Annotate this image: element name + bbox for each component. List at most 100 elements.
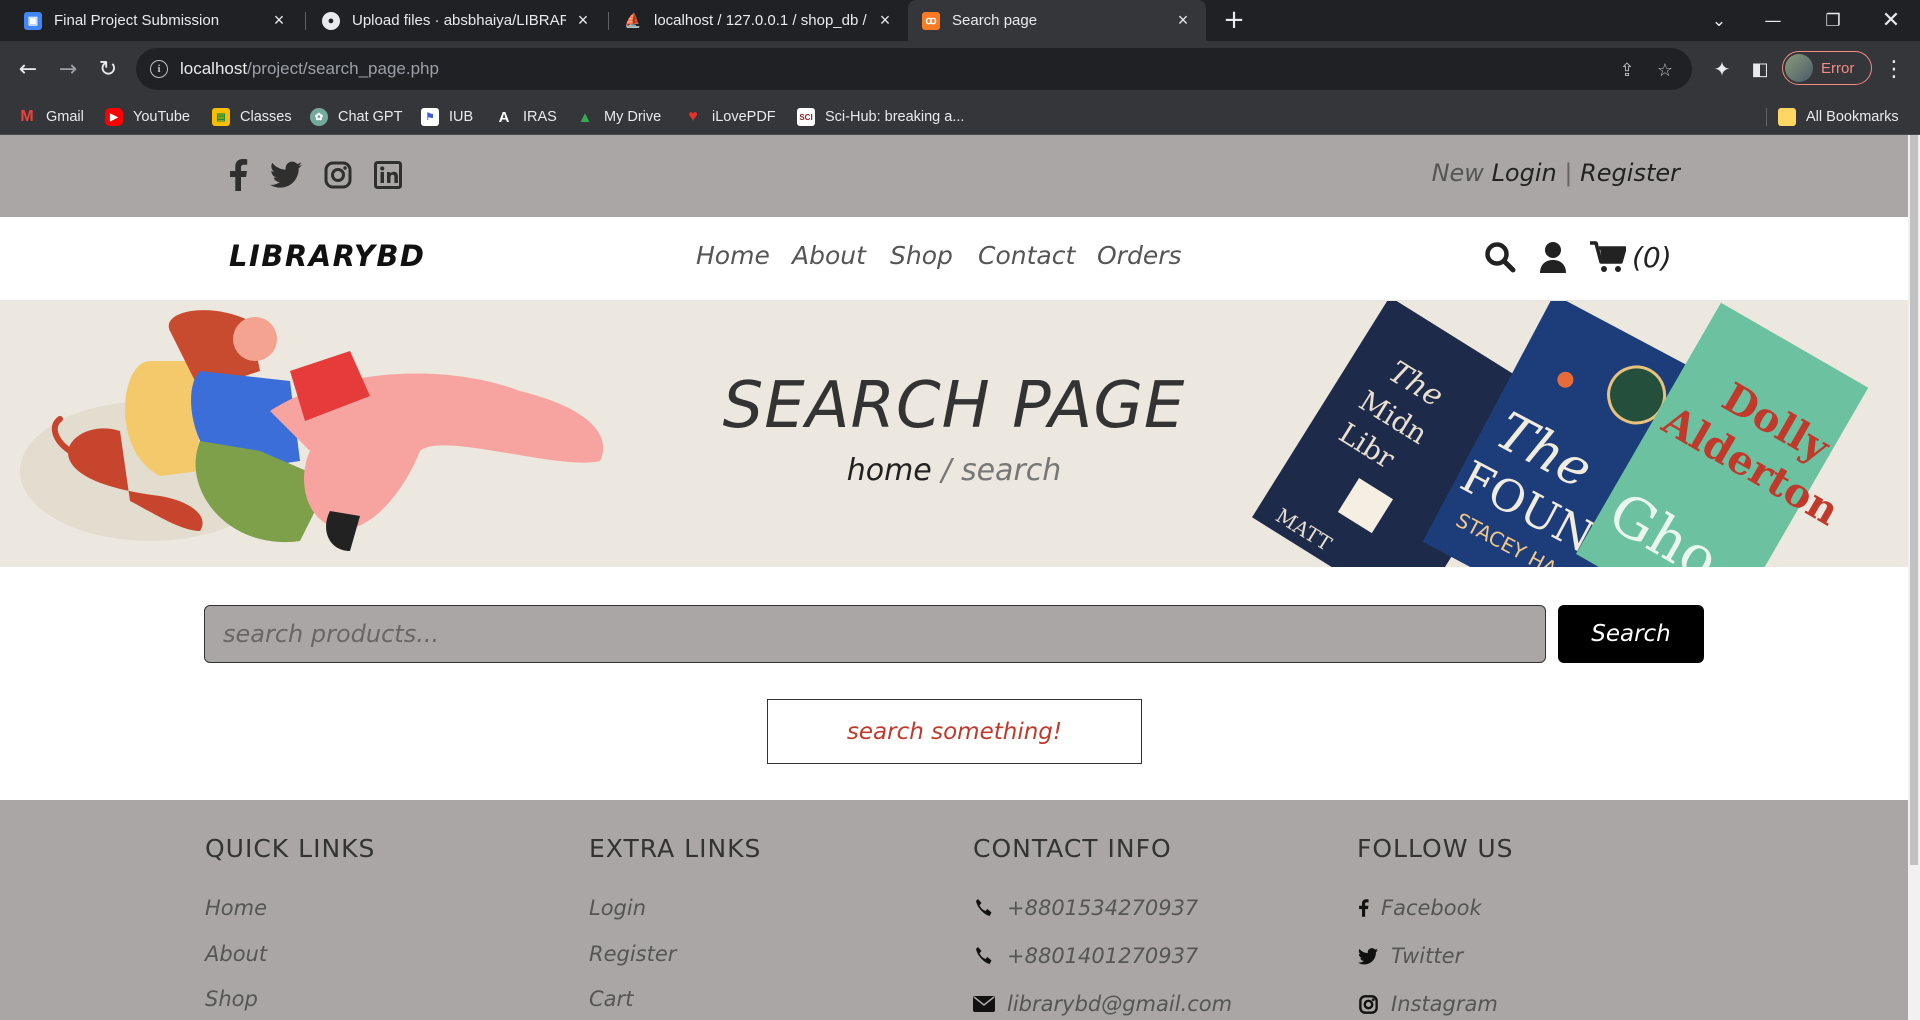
auth-links: New Login | Register bbox=[1432, 159, 1680, 187]
nav-shop[interactable]: Shop bbox=[890, 241, 953, 270]
footer-link-instagram[interactable]: Instagram bbox=[1357, 992, 1498, 1016]
tab-separator bbox=[305, 12, 306, 30]
url-text: localhost/project/search_page.php bbox=[180, 59, 439, 78]
twitter-icon bbox=[1357, 947, 1379, 965]
nav-contact[interactable]: Contact bbox=[978, 241, 1075, 270]
close-icon[interactable]: × bbox=[876, 10, 894, 31]
envelope-icon bbox=[973, 996, 995, 1012]
top-bar: New Login | Register bbox=[0, 135, 1908, 217]
footer-link-shop[interactable]: Shop bbox=[205, 987, 258, 1011]
page-scrollbar[interactable] bbox=[1908, 135, 1920, 1020]
restore-button[interactable]: ❐ bbox=[1810, 0, 1856, 41]
contact-phone-2[interactable]: +8801401270937 bbox=[973, 944, 1198, 968]
github-icon: ● bbox=[322, 11, 340, 30]
facebook-icon bbox=[1357, 898, 1369, 918]
breadcrumb: home / search bbox=[0, 453, 1908, 488]
classroom-icon: ▤ bbox=[212, 108, 230, 126]
breadcrumb-separator: / bbox=[931, 453, 961, 488]
twitter-icon[interactable] bbox=[268, 157, 304, 193]
search-icon[interactable] bbox=[1484, 237, 1516, 277]
close-window-button[interactable]: ✕ bbox=[1868, 0, 1914, 41]
bookmark-gmail[interactable]: M Gmail bbox=[18, 107, 84, 127]
bookmark-iub[interactable]: ⚑ IUB bbox=[421, 107, 473, 127]
page-title: SEARCH PAGE bbox=[722, 369, 1186, 443]
bookmark-chatgpt[interactable]: ✿ Chat GPT bbox=[310, 107, 402, 127]
bookmark-star-icon[interactable]: ☆ bbox=[1654, 59, 1676, 81]
footer-follow-us: FOLLOW US Facebook Twitter Instagram bbox=[1357, 834, 1514, 1016]
contact-email[interactable]: librarybd@gmail.com bbox=[973, 992, 1232, 1016]
tab-title: localhost / 127.0.0.1 / shop_db / bbox=[654, 12, 867, 29]
extensions-icon[interactable]: ✦ bbox=[1706, 53, 1738, 85]
address-bar[interactable]: i localhost/project/search_page.php ⇪ ☆ bbox=[136, 48, 1692, 90]
close-icon[interactable]: × bbox=[574, 10, 592, 31]
linkedin-icon[interactable] bbox=[370, 157, 406, 193]
side-panel-icon[interactable]: ◧ bbox=[1744, 53, 1776, 85]
user-icon[interactable] bbox=[1539, 237, 1567, 277]
bookmark-classes[interactable]: ▤ Classes bbox=[212, 107, 292, 127]
bookmark-divider bbox=[1766, 108, 1767, 126]
footer-link-register[interactable]: Register bbox=[589, 942, 676, 966]
minimize-button[interactable]: — bbox=[1750, 0, 1796, 41]
footer-heading: FOLLOW US bbox=[1357, 834, 1514, 863]
phone-icon bbox=[973, 946, 995, 966]
tab-github[interactable]: ● Upload files · absbhaiya/LIBRAR × bbox=[308, 0, 606, 41]
tab-final-project[interactable]: ▣ Final Project Submission × bbox=[10, 0, 302, 41]
site-logo[interactable]: LIBRARYBD bbox=[229, 239, 426, 273]
youtube-icon: ▶ bbox=[105, 108, 123, 126]
footer-link-about[interactable]: About bbox=[205, 942, 267, 966]
share-icon[interactable]: ⇪ bbox=[1616, 59, 1638, 81]
scihub-icon: SCI bbox=[797, 108, 815, 126]
new-tab-button[interactable]: + bbox=[1220, 6, 1248, 34]
bookmark-ilovepdf[interactable]: ♥ iLovePDF bbox=[684, 107, 775, 127]
footer-link-facebook[interactable]: Facebook bbox=[1357, 896, 1482, 920]
cart-link[interactable]: (0) bbox=[1590, 237, 1672, 277]
iras-icon: A bbox=[498, 108, 510, 126]
tab-search-page[interactable]: ꝏ Search page × bbox=[908, 0, 1206, 41]
main-header: LIBRARYBD Home About Shop Contact Orders… bbox=[0, 217, 1908, 301]
site-footer: QUICK LINKS Home About Shop EXTRA LINKS … bbox=[0, 800, 1908, 1020]
tab-search-dropdown[interactable]: ⌄ bbox=[1696, 0, 1742, 41]
footer-heading: CONTACT INFO bbox=[973, 834, 1172, 863]
search-button[interactable]: Search bbox=[1558, 605, 1704, 663]
tab-title: Search page bbox=[952, 12, 1038, 29]
browser-tab-bar: ▣ Final Project Submission × ● Upload fi… bbox=[0, 0, 1920, 41]
bookmark-scihub[interactable]: SCI Sci-Hub: breaking a... bbox=[797, 107, 964, 127]
tab-title: Final Project Submission bbox=[54, 12, 220, 29]
close-icon[interactable]: × bbox=[1174, 10, 1192, 31]
scrollbar-thumb[interactable] bbox=[1910, 135, 1918, 865]
footer-link-login[interactable]: Login bbox=[589, 896, 646, 920]
nav-orders[interactable]: Orders bbox=[1097, 241, 1182, 270]
breadcrumb-home[interactable]: home bbox=[847, 453, 932, 488]
footer-heading: EXTRA LINKS bbox=[589, 834, 762, 863]
tab-phpmyadmin[interactable]: ⛵ localhost / 127.0.0.1 / shop_db / × bbox=[610, 0, 908, 41]
footer-link-home[interactable]: Home bbox=[205, 896, 267, 920]
bookmark-youtube[interactable]: ▶ YouTube bbox=[105, 107, 190, 127]
close-icon[interactable]: × bbox=[270, 10, 288, 31]
footer-extra-links: EXTRA LINKS Login Register Cart bbox=[589, 834, 762, 1011]
ilovepdf-icon: ♥ bbox=[688, 108, 698, 125]
facebook-icon[interactable] bbox=[220, 157, 256, 193]
nav-about[interactable]: About bbox=[792, 241, 866, 270]
cart-count: (0) bbox=[1632, 240, 1672, 274]
contact-phone-1[interactable]: +8801534270937 bbox=[973, 896, 1198, 920]
search-input[interactable] bbox=[204, 605, 1546, 663]
folder-icon bbox=[1778, 108, 1796, 126]
drive-icon: ▲ bbox=[577, 108, 593, 126]
menu-icon[interactable]: ⋮ bbox=[1878, 53, 1910, 85]
login-link[interactable]: Login bbox=[1492, 159, 1557, 187]
bookmark-drive[interactable]: ▲ My Drive bbox=[576, 107, 662, 127]
back-button[interactable]: ← bbox=[12, 53, 44, 85]
bookmark-iras[interactable]: A IRAS bbox=[495, 107, 557, 127]
instagram-icon[interactable] bbox=[320, 157, 356, 193]
nav-home[interactable]: Home bbox=[696, 241, 770, 270]
site-info-icon[interactable]: i bbox=[150, 60, 168, 78]
forward-button[interactable]: → bbox=[52, 53, 84, 85]
reload-button[interactable]: ↻ bbox=[92, 53, 124, 85]
footer-link-cart[interactable]: Cart bbox=[589, 987, 633, 1011]
footer-link-twitter[interactable]: Twitter bbox=[1357, 944, 1463, 968]
register-link[interactable]: Register bbox=[1580, 159, 1680, 187]
search-form: Search bbox=[204, 605, 1704, 663]
profile-button[interactable]: Error bbox=[1782, 51, 1872, 85]
all-bookmarks[interactable]: All Bookmarks bbox=[1778, 107, 1899, 127]
avatar bbox=[1785, 54, 1813, 82]
